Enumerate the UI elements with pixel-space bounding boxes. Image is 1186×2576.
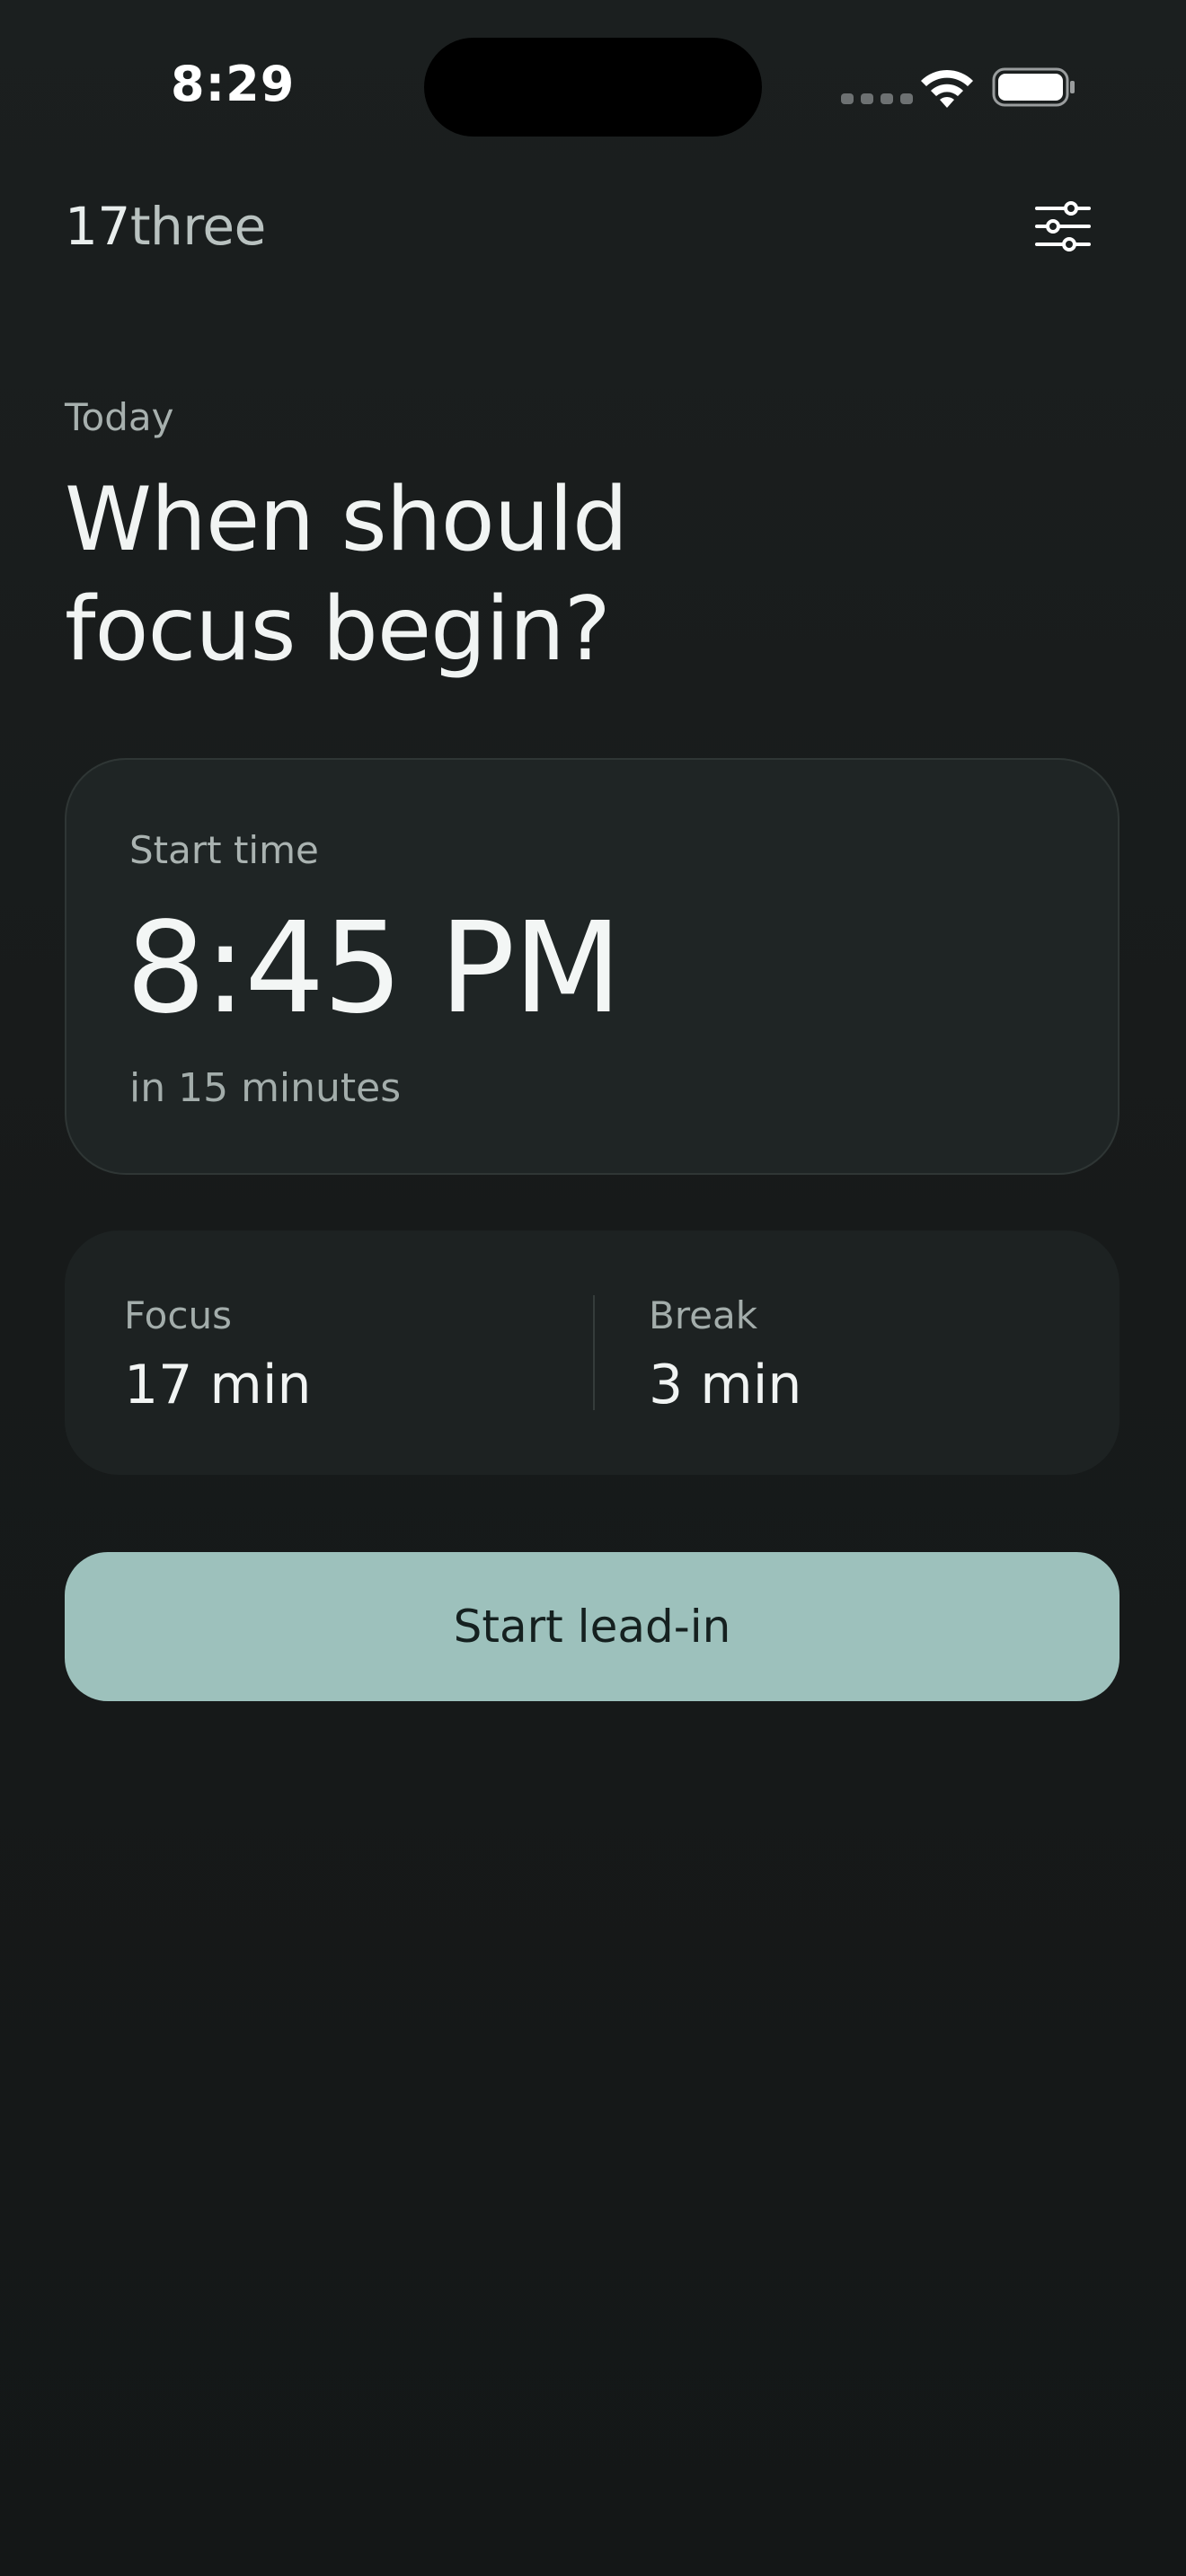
break-duration[interactable]: Break 3 min	[649, 1293, 801, 1416]
break-label: Break	[649, 1293, 758, 1337]
app-logo: 17three	[65, 196, 266, 257]
page-title: When should focus begin?	[65, 465, 873, 684]
cellular-signal-icon	[841, 93, 913, 104]
date-eyebrow: Today	[65, 395, 174, 439]
start-time-card[interactable]: Start time 8:45 PM in 15 minutes	[65, 758, 1120, 1175]
interval-card: Focus 17 min Break 3 min	[65, 1231, 1120, 1475]
start-time-value: 8:45 PM	[126, 895, 622, 1042]
start-lead-in-button[interactable]: Start lead-in	[65, 1552, 1120, 1701]
focus-label: Focus	[124, 1293, 232, 1337]
focus-duration[interactable]: Focus 17 min	[124, 1293, 312, 1416]
settings-button[interactable]	[1033, 199, 1093, 253]
status-bar-time: 8:29	[171, 56, 296, 112]
title-line-2: focus begin?	[65, 578, 611, 681]
app-screen: 8:29 17three Today When should focus beg…	[0, 0, 1186, 2576]
brand-part1: 17	[65, 196, 130, 257]
focus-value: 17 min	[124, 1354, 312, 1416]
dynamic-island	[424, 38, 762, 137]
brand-part2: three	[129, 196, 266, 257]
break-value: 3 min	[649, 1354, 802, 1416]
sliders-icon	[1035, 201, 1091, 251]
wifi-icon	[921, 69, 973, 108]
battery-icon	[992, 67, 1075, 107]
start-time-label: Start time	[129, 828, 319, 872]
title-line-1: When should	[65, 469, 628, 571]
start-time-relative: in 15 minutes	[129, 1065, 402, 1111]
interval-divider	[593, 1295, 595, 1410]
